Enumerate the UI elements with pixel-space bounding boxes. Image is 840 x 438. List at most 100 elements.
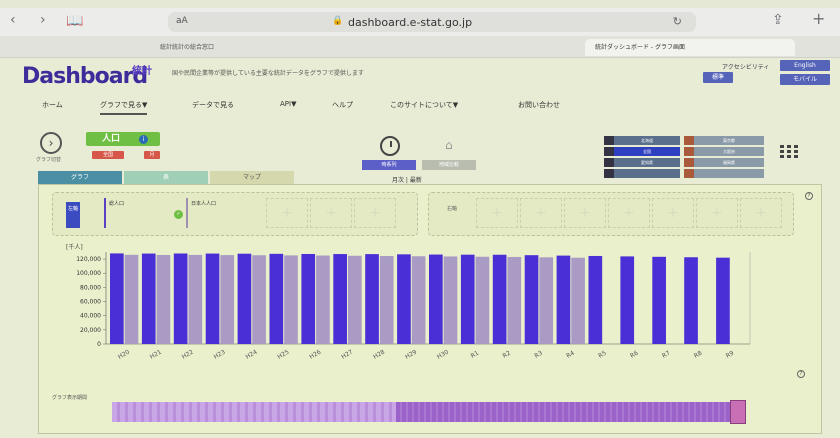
grid-icon[interactable] <box>780 144 800 158</box>
forward-icon[interactable]: › <box>40 13 46 27</box>
bar-total-population <box>333 254 347 344</box>
y-tick-label: 120,000 <box>76 256 101 263</box>
indicator-badge[interactable]: 人口 <box>86 132 160 146</box>
tab-graph[interactable]: グラフ <box>38 171 122 185</box>
bar-total-population <box>588 255 603 344</box>
check-icon: ✓ <box>174 210 183 219</box>
mode-region-button[interactable]: 地域比較 <box>422 160 476 170</box>
flag-icon <box>604 147 614 156</box>
region-item-selected[interactable]: 全国 <box>614 147 680 156</box>
tab-table[interactable]: 表 <box>124 171 208 185</box>
series-slot-1[interactable]: 総人口 ✓ <box>104 198 184 228</box>
share-icon[interactable]: ⇪ <box>772 13 784 27</box>
slider-handle[interactable] <box>730 400 746 424</box>
menu-help[interactable]: ヘルプ <box>332 100 353 110</box>
mode-timeseries-button[interactable]: 時系列 <box>362 160 416 170</box>
bar-japanese-population <box>188 254 203 344</box>
x-tick-label: R2 <box>502 350 513 360</box>
x-tick-label: R9 <box>725 350 736 360</box>
bar-total-population <box>301 253 316 344</box>
y-tick-label: 80,000 <box>80 284 101 291</box>
bar-total-population <box>237 253 252 344</box>
text-size-button[interactable]: 標準 <box>703 72 733 83</box>
add-series-slot[interactable]: + <box>476 198 518 228</box>
accessibility-link[interactable]: アクセシビリティ <box>722 62 769 71</box>
region-item[interactable] <box>614 169 680 178</box>
bar-total-population <box>110 253 124 344</box>
x-tick-label: R8 <box>693 350 704 360</box>
menu-graph[interactable]: グラフで見る▼ <box>100 100 148 115</box>
period-slider[interactable] <box>112 400 752 424</box>
x-tick-label: H26 <box>308 349 322 361</box>
bar-total-population <box>684 257 698 344</box>
add-series-slot[interactable]: + <box>608 198 650 228</box>
add-series-slot[interactable]: + <box>740 198 782 228</box>
clock-icon[interactable] <box>380 136 400 156</box>
bar-total-population <box>652 256 666 344</box>
logo-text: Dashboard <box>22 64 148 89</box>
info-icon[interactable]: i <box>139 135 148 144</box>
bar-total-population <box>205 253 220 344</box>
left-axis-tag: 左軸 <box>66 202 80 228</box>
site-logo[interactable]: Dashboard <box>22 64 148 89</box>
slider-ticks <box>112 426 762 434</box>
status-bar <box>0 0 840 8</box>
reader-toggle[interactable]: aA <box>176 16 188 26</box>
menu-contact[interactable]: お問い合わせ <box>518 100 560 110</box>
back-icon[interactable]: ‹ <box>10 13 16 27</box>
add-series-slot[interactable]: + <box>520 198 562 228</box>
region-item[interactable]: 愛知県 <box>614 158 680 167</box>
region-item[interactable]: 福岡県 <box>694 158 764 167</box>
region-item[interactable]: 大阪府 <box>694 147 764 156</box>
menu-api[interactable]: API▼ <box>280 100 296 108</box>
map-region-icon[interactable]: ⌂ <box>445 138 453 152</box>
add-series-slot[interactable]: + <box>354 198 396 228</box>
menu-home[interactable]: ホーム <box>42 100 63 110</box>
mobile-button[interactable]: モバイル <box>780 74 830 85</box>
add-series-slot[interactable]: + <box>652 198 694 228</box>
y-tick-label: 20,000 <box>80 327 101 334</box>
bookmarks-icon[interactable]: 📖 <box>66 14 83 28</box>
bar-japanese-population <box>443 256 458 344</box>
browser-toolbar: ‹ › 📖 aA 🔒 dashboard.e-stat.go.jp ↻ ⇪ + <box>0 8 840 36</box>
reload-icon[interactable]: ↻ <box>673 15 682 28</box>
add-series-slot[interactable]: + <box>266 198 308 228</box>
bar-japanese-population <box>379 256 394 344</box>
add-series-slot[interactable]: + <box>696 198 738 228</box>
url-text: dashboard.e-stat.go.jp <box>348 16 473 29</box>
menu-about[interactable]: このサイトについて▼ <box>390 100 458 110</box>
bar-japanese-population <box>124 254 139 344</box>
series-slot-2[interactable]: 日本人人口 <box>186 198 262 228</box>
add-series-slot[interactable]: + <box>564 198 606 228</box>
region-item[interactable] <box>694 169 764 178</box>
menu-data[interactable]: データで見る <box>192 100 234 110</box>
browser-tab[interactable]: 総計統計の総合窓口 <box>150 39 410 56</box>
flag-icon <box>684 158 694 167</box>
help-icon[interactable]: ? <box>805 192 813 200</box>
chart-change-button[interactable]: › <box>40 132 62 154</box>
flag-icon <box>684 147 694 156</box>
new-tab-icon[interactable]: + <box>812 11 825 27</box>
english-button[interactable]: English <box>780 60 830 71</box>
bar-total-population <box>620 256 635 344</box>
bar-japanese-population <box>284 255 298 344</box>
slider-track-selected <box>396 402 730 422</box>
bar-japanese-population <box>507 256 522 344</box>
region-item[interactable]: 北海道 <box>614 136 680 145</box>
y-tick-label: 40,000 <box>80 313 101 320</box>
region-item[interactable]: 東京都 <box>694 136 764 145</box>
flag-icon <box>604 169 614 178</box>
tab-map[interactable]: マップ <box>210 171 294 185</box>
add-series-slot[interactable]: + <box>310 198 352 228</box>
help-icon[interactable]: ? <box>797 370 805 378</box>
bar-total-population <box>269 253 284 344</box>
region-row: 北海道 東京都 <box>604 136 768 145</box>
bar-total-population <box>460 254 475 344</box>
region-button[interactable]: 全国 <box>92 151 124 159</box>
region-row: 全国 大阪府 <box>604 147 768 156</box>
x-tick-label: R6 <box>629 350 640 360</box>
period-button[interactable]: 月 <box>144 151 160 159</box>
x-tick-label: H29 <box>404 349 418 361</box>
browser-tab-active[interactable]: 統計ダッシュボード - グラフ画面 <box>585 39 795 56</box>
address-bar[interactable]: aA 🔒 dashboard.e-stat.go.jp ↻ <box>168 12 696 32</box>
